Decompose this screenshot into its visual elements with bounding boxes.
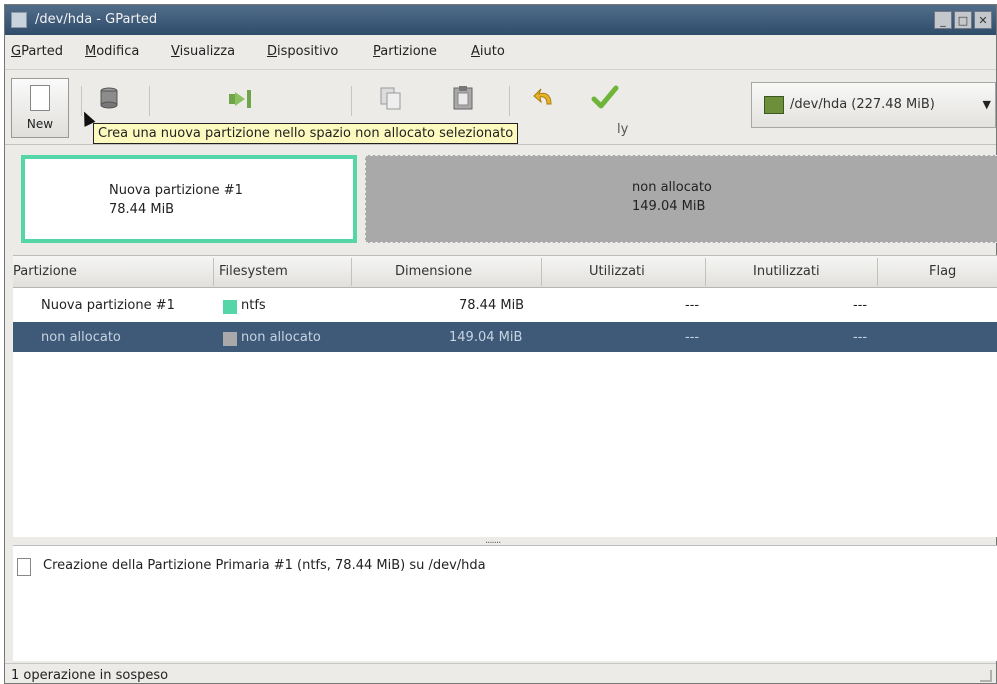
table-row[interactable]: Nuova partizione #1 ntfs 78.44 MiB --- -…	[13, 290, 997, 320]
menu-dispositivo[interactable]: Dispositivo	[267, 44, 338, 59]
column-divider[interactable]	[877, 258, 878, 286]
partition-block-name: non allocato	[632, 180, 712, 195]
new-button-label: New	[26, 117, 54, 131]
chevron-down-icon: ▼	[982, 98, 991, 111]
undo-icon[interactable]	[531, 84, 559, 112]
cell-unused: ---	[853, 330, 868, 345]
partition-block-size: 78.44 MiB	[109, 202, 175, 217]
toolbar-separator	[509, 86, 510, 116]
menu-gparted[interactable]: GParted	[11, 44, 63, 59]
paste-icon[interactable]	[449, 84, 477, 112]
partition-block-name: Nuova partizione #1	[109, 183, 243, 198]
table-row-selected[interactable]: non allocato non allocato 149.04 MiB ---…	[13, 322, 997, 352]
device-selector[interactable]: /dev/hda (227.48 MiB) ▼	[751, 82, 996, 128]
header-filesystem[interactable]: Filesystem	[219, 264, 288, 279]
resize-grip[interactable]	[980, 670, 992, 682]
header-utilizzati[interactable]: Utilizzati	[589, 264, 645, 279]
partition-table: Partizione Filesystem Dimensione Utilizz…	[13, 255, 997, 537]
document-icon	[17, 558, 31, 576]
minimize-button[interactable]: _	[934, 11, 952, 29]
cell-unused: ---	[853, 298, 868, 313]
cell-filesystem: ntfs	[241, 298, 266, 313]
cell-filesystem: non allocato	[241, 330, 321, 345]
toolbar-separator	[351, 86, 352, 116]
delete-icon[interactable]	[95, 84, 123, 112]
filesystem-color-swatch	[223, 300, 237, 314]
header-partizione[interactable]: Partizione	[13, 264, 77, 279]
column-divider[interactable]	[351, 258, 352, 286]
copy-icon[interactable]	[377, 84, 405, 112]
cell-used: ---	[685, 298, 700, 313]
close-button[interactable]: ✕	[974, 11, 992, 29]
gparted-window: /dev/hda - GParted _ □ ✕ GParted Modific…	[4, 4, 997, 684]
filesystem-color-swatch	[223, 332, 237, 346]
cell-partition: non allocato	[41, 330, 121, 345]
header-flag[interactable]: Flag	[929, 264, 956, 279]
menu-visualizza[interactable]: Visualizza	[171, 44, 235, 59]
partition-block-size: 149.04 MiB	[632, 199, 706, 214]
harddisk-icon	[764, 96, 784, 114]
header-inutilizzati[interactable]: Inutilizzati	[753, 264, 820, 279]
menu-partizione[interactable]: Partizione	[373, 44, 437, 59]
status-bar: 1 operazione in sospeso	[5, 663, 996, 684]
partition-block-new[interactable]: Nuova partizione #1 78.44 MiB	[21, 155, 357, 243]
menu-bar: GParted Modifica Visualizza Dispositivo …	[5, 39, 996, 65]
new-button[interactable]: New	[11, 78, 69, 138]
maximize-button[interactable]: □	[954, 11, 972, 29]
device-label: /dev/hda (227.48 MiB)	[790, 97, 935, 112]
column-divider[interactable]	[705, 258, 706, 286]
cell-used: ---	[685, 330, 700, 345]
cell-size: 78.44 MiB	[459, 298, 525, 313]
column-divider[interactable]	[213, 258, 214, 286]
new-icon	[30, 85, 50, 111]
column-divider[interactable]	[541, 258, 542, 286]
operation-item[interactable]: Creazione della Partizione Primaria #1 (…	[43, 558, 486, 573]
menu-modifica[interactable]: Modifica	[85, 44, 139, 59]
title-bar[interactable]: /dev/hda - GParted _ □ ✕	[5, 5, 996, 35]
resize-move-icon[interactable]	[227, 84, 255, 112]
header-dimensione[interactable]: Dimensione	[395, 264, 472, 279]
tooltip: Crea una nuova partizione nello spazio n…	[93, 123, 519, 144]
status-text: 1 operazione in sospeso	[11, 668, 169, 683]
toolbar-separator	[149, 86, 150, 116]
pending-operations-list: Creazione della Partizione Primaria #1 (…	[13, 545, 997, 661]
cell-partition: Nuova partizione #1	[41, 298, 175, 313]
window-title: /dev/hda - GParted	[35, 12, 158, 27]
table-header: Partizione Filesystem Dimensione Utilizz…	[13, 256, 997, 288]
app-icon	[11, 12, 27, 28]
partition-block-unallocated[interactable]: non allocato 149.04 MiB	[365, 155, 997, 243]
apply-button-label: ly	[617, 122, 629, 137]
menu-aiuto[interactable]: Aiuto	[471, 44, 505, 59]
partition-map: Nuova partizione #1 78.44 MiB non alloca…	[13, 153, 997, 247]
cell-size: 149.04 MiB	[449, 330, 523, 345]
apply-icon[interactable]	[591, 84, 619, 112]
